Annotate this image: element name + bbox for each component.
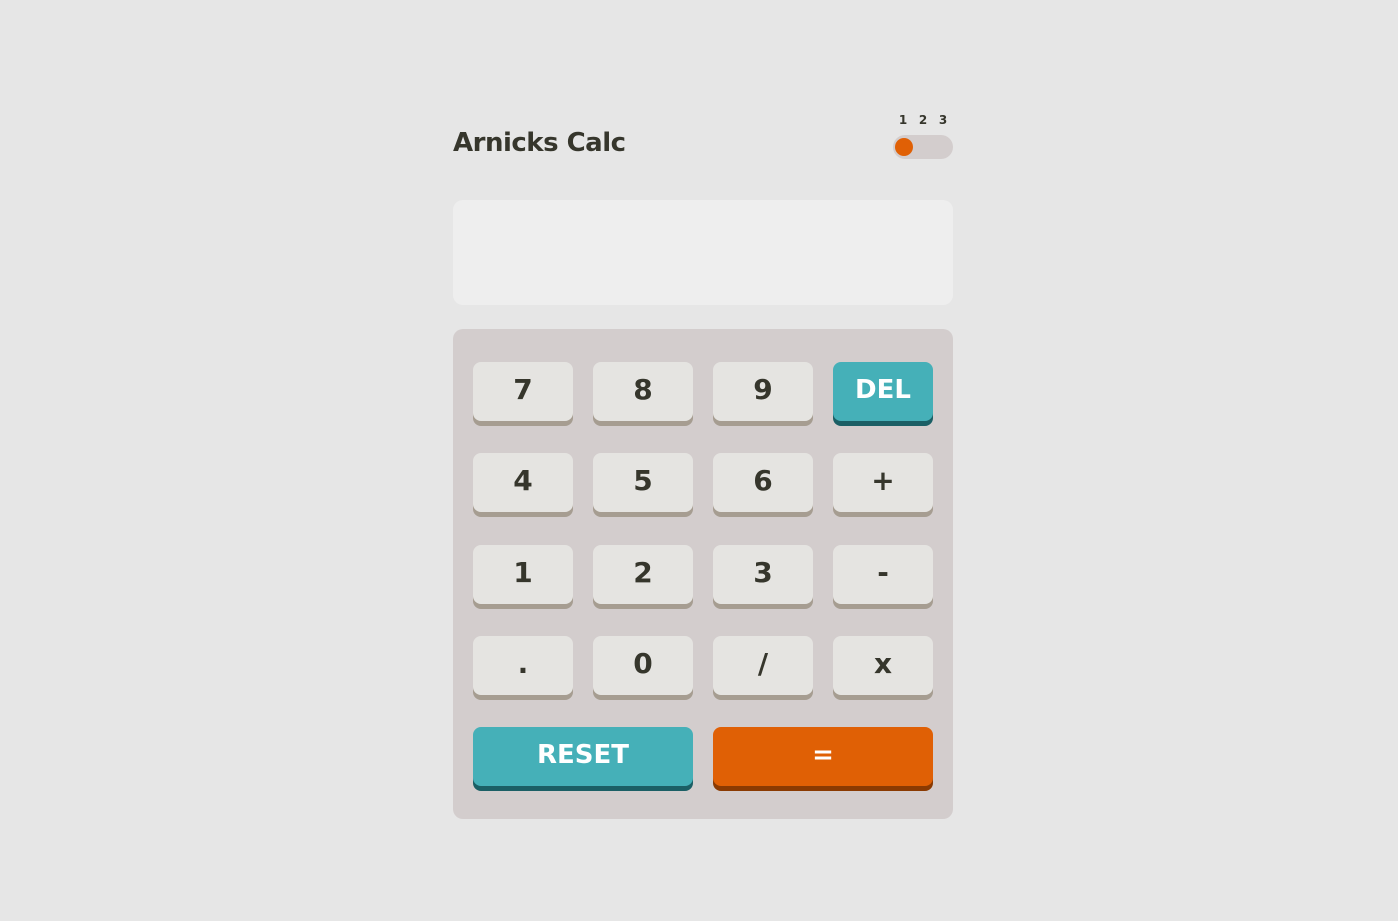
display-screen — [453, 200, 953, 305]
theme-toggle[interactable] — [893, 135, 953, 159]
key-4[interactable]: 4 — [473, 453, 573, 512]
key-5[interactable]: 5 — [593, 453, 693, 512]
key-3[interactable]: 3 — [713, 545, 813, 604]
key-6[interactable]: 6 — [713, 453, 813, 512]
keypad: 7 8 9 DEL 4 5 6 + 1 2 3 - . 0 / x RESET … — [453, 329, 953, 819]
theme-label-2: 2 — [918, 113, 928, 127]
key-2[interactable]: 2 — [593, 545, 693, 604]
app-title: Arnicks Calc — [453, 128, 626, 158]
key-9[interactable]: 9 — [713, 362, 813, 421]
key-1[interactable]: 1 — [473, 545, 573, 604]
calculator: Arnicks Calc 1 2 3 7 8 9 DEL 4 5 6 + 1 2… — [453, 108, 953, 819]
decimal-button[interactable]: . — [473, 636, 573, 695]
theme-labels: 1 2 3 — [893, 112, 953, 128]
reset-button[interactable]: RESET — [473, 727, 693, 786]
key-0[interactable]: 0 — [593, 636, 693, 695]
equals-button[interactable]: = — [713, 727, 933, 786]
plus-button[interactable]: + — [833, 453, 933, 512]
key-8[interactable]: 8 — [593, 362, 693, 421]
theme-toggle-knob[interactable] — [895, 138, 913, 156]
header: Arnicks Calc 1 2 3 — [453, 108, 953, 178]
theme-label-3: 3 — [938, 113, 948, 127]
theme-switch: 1 2 3 — [893, 112, 953, 159]
minus-button[interactable]: - — [833, 545, 933, 604]
divide-button[interactable]: / — [713, 636, 813, 695]
multiply-button[interactable]: x — [833, 636, 933, 695]
delete-button[interactable]: DEL — [833, 362, 933, 421]
key-7[interactable]: 7 — [473, 362, 573, 421]
theme-label-1: 1 — [898, 113, 908, 127]
